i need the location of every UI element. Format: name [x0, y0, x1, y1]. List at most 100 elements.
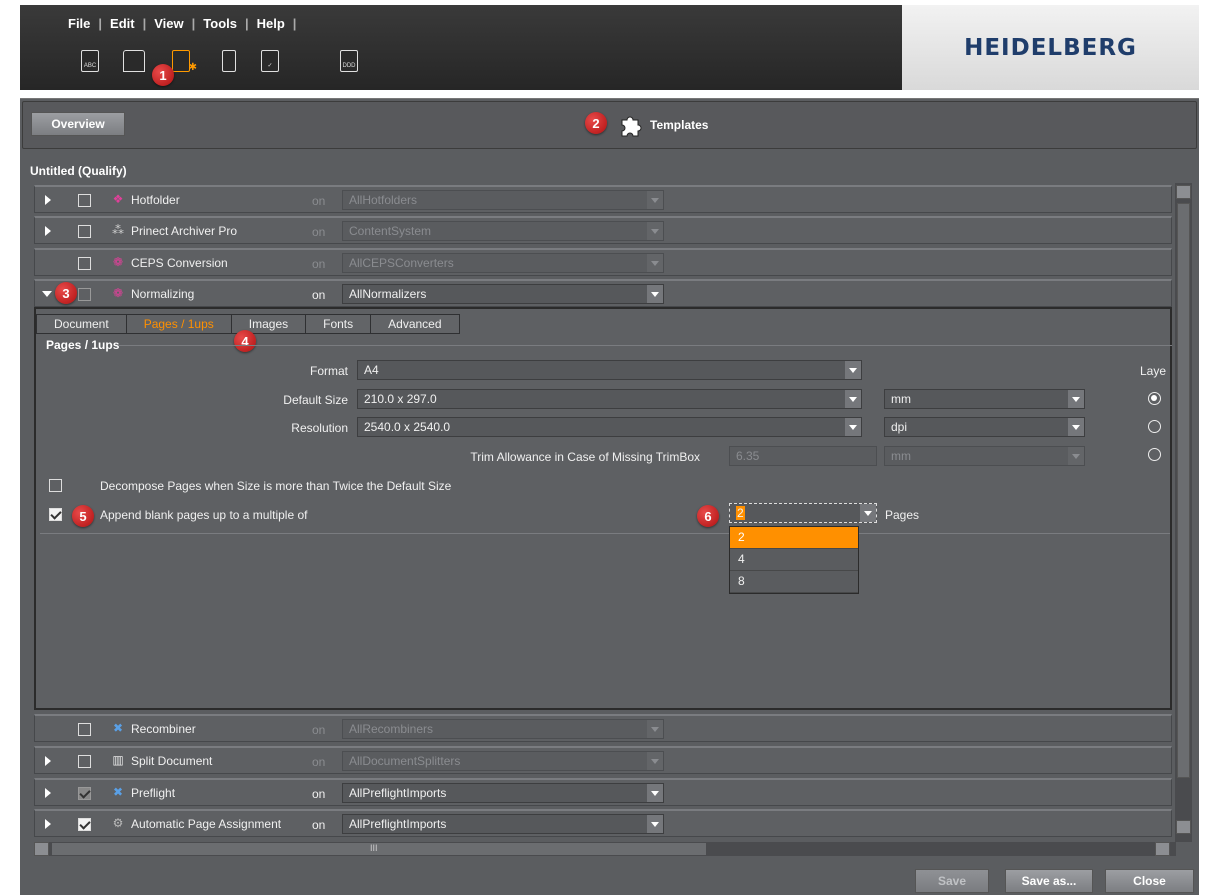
- tab-advanced[interactable]: Advanced: [370, 314, 460, 334]
- save-button[interactable]: Save: [915, 869, 989, 893]
- badge-4: 4: [234, 330, 256, 352]
- normalizing-checkbox[interactable]: [78, 288, 91, 301]
- tab-document[interactable]: Document: [36, 314, 127, 334]
- decompose-checkbox[interactable]: [49, 479, 62, 492]
- trim-unit-select[interactable]: mm: [884, 446, 1085, 466]
- tower-icon[interactable]: [222, 50, 236, 72]
- page-assignment-select[interactable]: AllPreflightImports: [342, 814, 664, 834]
- row-ceps[interactable]: ❁ CEPS Conversion on AllCEPSConverters: [34, 248, 1172, 276]
- size-unit-select[interactable]: mm: [884, 389, 1085, 409]
- on-label: on: [312, 288, 326, 302]
- row-archiver[interactable]: ⁂ Prinect Archiver Pro on ContentSystem: [34, 216, 1172, 244]
- ceps-checkbox[interactable]: [78, 257, 91, 270]
- overview-button[interactable]: Overview: [31, 112, 125, 136]
- chevron-down-icon: [647, 815, 663, 833]
- trim-allowance-field[interactable]: 6.35: [729, 446, 877, 466]
- resolution-select[interactable]: 2540.0 x 2540.0: [357, 417, 862, 437]
- resolution-unit-select[interactable]: dpi: [884, 417, 1085, 437]
- row-page-assignment[interactable]: ⚙ Automatic Page Assignment on AllPrefli…: [34, 809, 1172, 837]
- row-name: Recombiner: [131, 722, 196, 736]
- close-button[interactable]: Close: [1105, 869, 1194, 893]
- decompose-label: Decompose Pages when Size is more than T…: [100, 479, 452, 493]
- normalizing-icon: ❁: [112, 286, 124, 300]
- format-label: Format: [309, 364, 348, 378]
- resolution-label: Resolution: [291, 421, 348, 435]
- vertical-scroll-thumb[interactable]: [1177, 203, 1190, 778]
- expand-arrow-icon[interactable]: [45, 226, 51, 236]
- menu-tools[interactable]: Tools: [195, 16, 245, 31]
- chevron-down-icon: [845, 390, 861, 408]
- ceps-select[interactable]: AllCEPSConverters: [342, 253, 664, 273]
- layout-radio-2[interactable]: [1148, 420, 1161, 433]
- menu-edit[interactable]: Edit: [102, 16, 143, 31]
- menu-help[interactable]: Help: [249, 16, 293, 31]
- hotfolder-select[interactable]: AllHotfolders: [342, 190, 664, 210]
- chevron-down-icon: [647, 752, 663, 770]
- section-title: Untitled (Qualify): [30, 164, 127, 178]
- horizontal-scroll-thumb[interactable]: III: [52, 843, 706, 855]
- scroll-up-icon[interactable]: [1176, 185, 1191, 199]
- default-size-select[interactable]: 210.0 x 297.0: [357, 389, 862, 409]
- layout-radio-1[interactable]: [1148, 392, 1161, 405]
- row-name: Split Document: [131, 754, 213, 768]
- chevron-down-icon: [1068, 390, 1084, 408]
- tab-fonts[interactable]: Fonts: [305, 314, 372, 334]
- normalizing-select[interactable]: AllNormalizers: [342, 284, 664, 304]
- preflight-checkbox[interactable]: [78, 787, 91, 800]
- on-label: on: [312, 787, 326, 801]
- row-hotfolder[interactable]: ❖ Hotfolder on AllHotfolders: [34, 185, 1172, 213]
- multiple-dropdown-list: 2 4 8: [729, 526, 859, 594]
- row-preflight[interactable]: ✖ Preflight on AllPreflightImports: [34, 778, 1172, 806]
- save-as-button[interactable]: Save as...: [1005, 869, 1093, 893]
- recombiner-checkbox[interactable]: [78, 723, 91, 736]
- scroll-left-icon[interactable]: [34, 842, 49, 856]
- scroll-down-icon[interactable]: [1176, 820, 1191, 834]
- signed-document-icon[interactable]: ✓: [261, 50, 279, 72]
- ddd-document-icon[interactable]: DDD: [340, 50, 358, 72]
- menu-view[interactable]: View: [146, 16, 191, 31]
- chevron-down-icon: [647, 285, 663, 303]
- hotfolder-checkbox[interactable]: [78, 194, 91, 207]
- append-checkbox[interactable]: [49, 508, 62, 521]
- tab-pages[interactable]: Pages / 1ups: [125, 314, 232, 334]
- printer-icon[interactable]: [123, 50, 145, 72]
- split-select[interactable]: AllDocumentSplitters: [342, 751, 664, 771]
- scroll-right-icon[interactable]: [1155, 842, 1170, 856]
- option-2[interactable]: 2: [730, 527, 858, 549]
- menu-file[interactable]: File: [60, 16, 98, 31]
- row-recombiner[interactable]: ✖ Recombiner on AllRecombiners: [34, 714, 1172, 742]
- divider: [40, 533, 1170, 534]
- badge-2: 2: [585, 112, 607, 134]
- on-label: on: [312, 225, 326, 239]
- append-label: Append blank pages up to a multiple of: [100, 508, 308, 522]
- row-normalizing[interactable]: ❁ Normalizing on AllNormalizers: [34, 279, 1172, 307]
- templates-label: Templates: [650, 118, 709, 132]
- archiver-checkbox[interactable]: [78, 225, 91, 238]
- expand-arrow-icon[interactable]: [45, 756, 51, 766]
- on-label: on: [312, 723, 326, 737]
- expand-arrow-icon[interactable]: [45, 819, 51, 829]
- badge-6: 6: [697, 505, 719, 527]
- monitor-gear-icon[interactable]: ✱: [172, 50, 197, 73]
- collapse-arrow-icon[interactable]: [42, 291, 52, 297]
- archiver-icon: ⁂: [112, 223, 124, 237]
- chevron-down-icon: [1068, 418, 1084, 436]
- expand-arrow-icon[interactable]: [45, 788, 51, 798]
- row-split-document[interactable]: ▥ Split Document on AllDocumentSplitters: [34, 746, 1172, 774]
- option-4[interactable]: 4: [730, 549, 858, 571]
- option-8[interactable]: 8: [730, 571, 858, 593]
- on-label: on: [312, 818, 326, 832]
- group-title: Pages / 1ups: [46, 338, 120, 352]
- preflight-select[interactable]: AllPreflightImports: [342, 783, 664, 803]
- chevron-down-icon: [647, 784, 663, 802]
- archiver-select[interactable]: ContentSystem: [342, 221, 664, 241]
- split-checkbox[interactable]: [78, 755, 91, 768]
- abc-document-icon[interactable]: ABC: [81, 50, 99, 72]
- recombiner-select[interactable]: AllRecombiners: [342, 719, 664, 739]
- on-label: on: [312, 257, 326, 271]
- format-select[interactable]: A4: [357, 360, 862, 380]
- expand-arrow-icon[interactable]: [45, 195, 51, 205]
- layout-radio-3[interactable]: [1148, 448, 1161, 461]
- page-assignment-checkbox[interactable]: [78, 818, 91, 831]
- multiple-select[interactable]: 2: [729, 503, 877, 523]
